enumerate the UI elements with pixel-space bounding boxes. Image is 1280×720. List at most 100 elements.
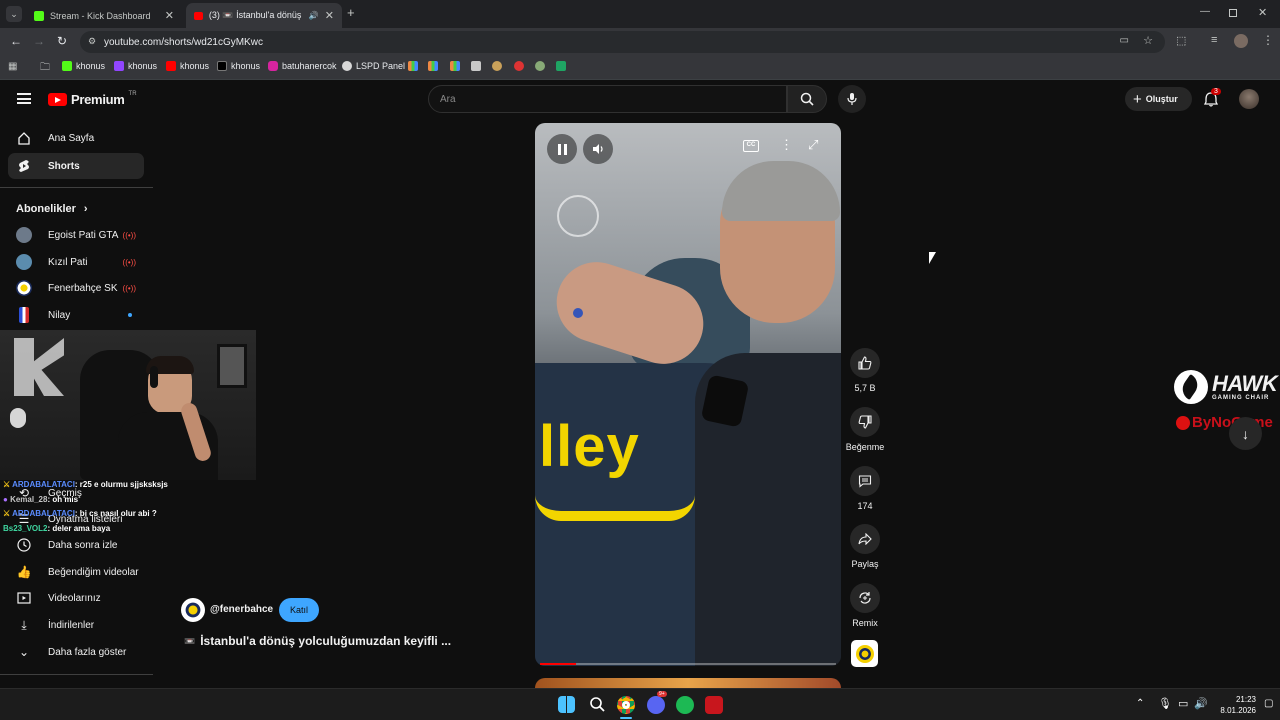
home-icon [16, 130, 32, 146]
captions-button[interactable]: CC [743, 140, 759, 152]
reload-icon[interactable]: ↻ [57, 34, 67, 48]
sidebar-item-show-more[interactable]: ⌄ Daha fazla göster [8, 639, 144, 665]
folder-icon[interactable]: 🗀 [40, 60, 50, 77]
remix-button[interactable]: Remix [845, 583, 885, 628]
notifications-button[interactable]: 3 [1203, 88, 1221, 108]
chat-badge-icon: ⚔ [3, 480, 11, 489]
like-button[interactable]: 5,7 B [845, 348, 885, 393]
network-icon[interactable]: ▭ [1178, 697, 1188, 710]
close-icon[interactable]: ✕ [165, 9, 174, 22]
discord-icon[interactable]: 9+ [647, 691, 667, 714]
pause-button[interactable] [547, 134, 577, 164]
minimize-icon[interactable]: — [1200, 6, 1210, 17]
fenerbahce-crest [557, 195, 599, 237]
extensions-icon[interactable]: ⬚ [1176, 34, 1186, 47]
media-controls-icon[interactable]: ≡ [1211, 34, 1217, 46]
sidebar-item-liked[interactable]: 👍 Beğendiğim videolar [8, 559, 144, 585]
search-icon[interactable] [589, 696, 607, 714]
forward-icon[interactable]: → [33, 34, 45, 48]
more-options-icon[interactable]: ⋮ [780, 137, 793, 153]
search-input[interactable]: Ara [428, 85, 787, 113]
join-button[interactable]: Katıl [279, 598, 319, 622]
volume-icon[interactable]: 🔊 [1194, 697, 1208, 710]
bookmark-sheets-green[interactable] [556, 61, 566, 71]
sidebar-item-your-videos[interactable]: Videolarınız [8, 585, 144, 611]
windows-start-icon[interactable] [558, 696, 575, 713]
windows-taskbar: 9+ ⌃ 🎙 ▭ 🔊 21:23 8.01.2026 ▢ [0, 688, 1280, 720]
channel-avatar[interactable] [181, 598, 205, 622]
close-icon[interactable]: ✕ [325, 9, 334, 22]
jersey-text: lley [539, 414, 640, 479]
progress-bar[interactable] [540, 663, 836, 665]
subscriptions-heading[interactable]: Abonelikler › [16, 203, 88, 215]
new-tab-button[interactable]: + [347, 5, 355, 20]
live-icon: ((•)) [122, 230, 136, 240]
sidebar-item-downloads[interactable]: ⤓ İndirilenler [8, 612, 144, 638]
address-bar[interactable]: ⚙ youtube.com/shorts/wd21cGyMKwc ▭ ☆ [80, 31, 1165, 53]
bookmark-sheets-1[interactable] [408, 61, 418, 71]
microphone-icon[interactable]: 🎙 [1158, 697, 1172, 710]
spotify-icon[interactable] [676, 696, 694, 714]
bookmark-app-3[interactable] [535, 61, 545, 71]
volume-button[interactable] [583, 134, 613, 164]
restore-icon[interactable] [1229, 9, 1237, 17]
discord-badge: 9+ [657, 691, 667, 697]
comments-button[interactable]: 174 [845, 466, 885, 511]
bookmark-app-1[interactable] [492, 61, 502, 71]
sidebar-sub-egoist-pati[interactable]: Egoist Pati GTA ((•)) [8, 222, 144, 248]
bookmark-lspd-panel[interactable]: LSPD Panel [342, 61, 405, 71]
sidebar-item-shorts[interactable]: Shorts [8, 153, 144, 179]
next-video-button[interactable]: ↓ [1229, 417, 1262, 450]
sidebar-item-home[interactable]: Ana Sayfa [8, 125, 144, 151]
bookmark-doc[interactable] [471, 61, 481, 71]
bookmark-app-2[interactable] [514, 61, 524, 71]
bookmark-sheets-3[interactable] [450, 61, 460, 71]
sidebar-sub-nilay[interactable]: Nilay [8, 302, 144, 328]
bookmark-khonus-x[interactable]: khonus [217, 61, 260, 71]
clock[interactable]: 21:23 8.01.2026 [1214, 694, 1256, 716]
dislike-button[interactable]: Beğenme [845, 407, 885, 452]
tab-kick-dashboard[interactable]: Stream - Kick Dashboard ✕ [26, 3, 182, 28]
next-short-preview[interactable] [535, 678, 841, 688]
sidebar-sub-kizil-pati[interactable]: Kızıl Pati ((•)) [8, 249, 144, 275]
sidebar-item-watch-later[interactable]: Daha sonra izle [8, 532, 144, 558]
voicemeeter-icon[interactable] [705, 696, 723, 714]
star-icon[interactable]: ☆ [1143, 34, 1153, 47]
youtube-play-icon [48, 93, 67, 106]
channel-name[interactable]: @fenerbahce [210, 604, 273, 615]
lspd-icon [342, 61, 352, 71]
sidebar-sub-fenerbahce[interactable]: Fenerbahçe SK ((•)) [8, 275, 144, 301]
tab-youtube-short[interactable]: (3) 📼 İstanbul'a dönüş yolcu 🔊 ✕ [186, 3, 342, 28]
chat-message: ⚔ ARDABALATACI: bi cs nasıl olur abi ? [3, 509, 157, 518]
share-button[interactable]: Paylaş [845, 524, 885, 569]
site-info-icon[interactable]: ⚙ [88, 36, 96, 47]
video-title[interactable]: 📼 İstanbul'a dönüş yolculuğumuzdan keyif… [184, 634, 451, 648]
close-window-icon[interactable]: ✕ [1258, 6, 1267, 19]
chrome-icon[interactable] [617, 696, 635, 714]
create-button[interactable]: + Oluştur [1125, 87, 1192, 111]
search-button[interactable] [787, 85, 827, 113]
bookmark-sheets-2[interactable] [428, 61, 438, 71]
hamburger-menu-icon[interactable] [17, 93, 31, 104]
shorts-video-player[interactable]: lley CC ⋮ ⤢ [535, 123, 841, 666]
speaker-icon[interactable]: 🔊 [309, 11, 319, 20]
bookmark-batuhanercok[interactable]: batuhanercok [268, 61, 337, 71]
fullscreen-icon[interactable]: ⤢ [808, 137, 818, 153]
voice-search-button[interactable] [838, 85, 866, 113]
youtube-logo[interactable]: Premium TR [48, 91, 137, 107]
bookmark-khonus-kick[interactable]: khonus [62, 61, 105, 71]
menu-icon[interactable]: ⋮ [1262, 33, 1274, 47]
profile-avatar[interactable] [1234, 34, 1248, 48]
remix-label: Remix [852, 618, 878, 628]
cast-icon[interactable]: ▭ [1120, 35, 1129, 46]
apps-icon[interactable]: ▦ [8, 61, 17, 72]
notification-center-icon[interactable]: ▢ [1264, 698, 1273, 709]
account-avatar[interactable] [1239, 89, 1259, 109]
dislike-label: Beğenme [845, 442, 885, 452]
bookmark-khonus-youtube[interactable]: khonus [166, 61, 209, 71]
sound-thumbnail[interactable] [851, 640, 878, 667]
tab-search-button[interactable]: ⌄ [6, 6, 22, 22]
show-hidden-icons[interactable]: ⌃ [1136, 698, 1144, 709]
bookmark-khonus-twitch[interactable]: khonus [114, 61, 157, 71]
back-icon[interactable]: ← [10, 34, 22, 48]
